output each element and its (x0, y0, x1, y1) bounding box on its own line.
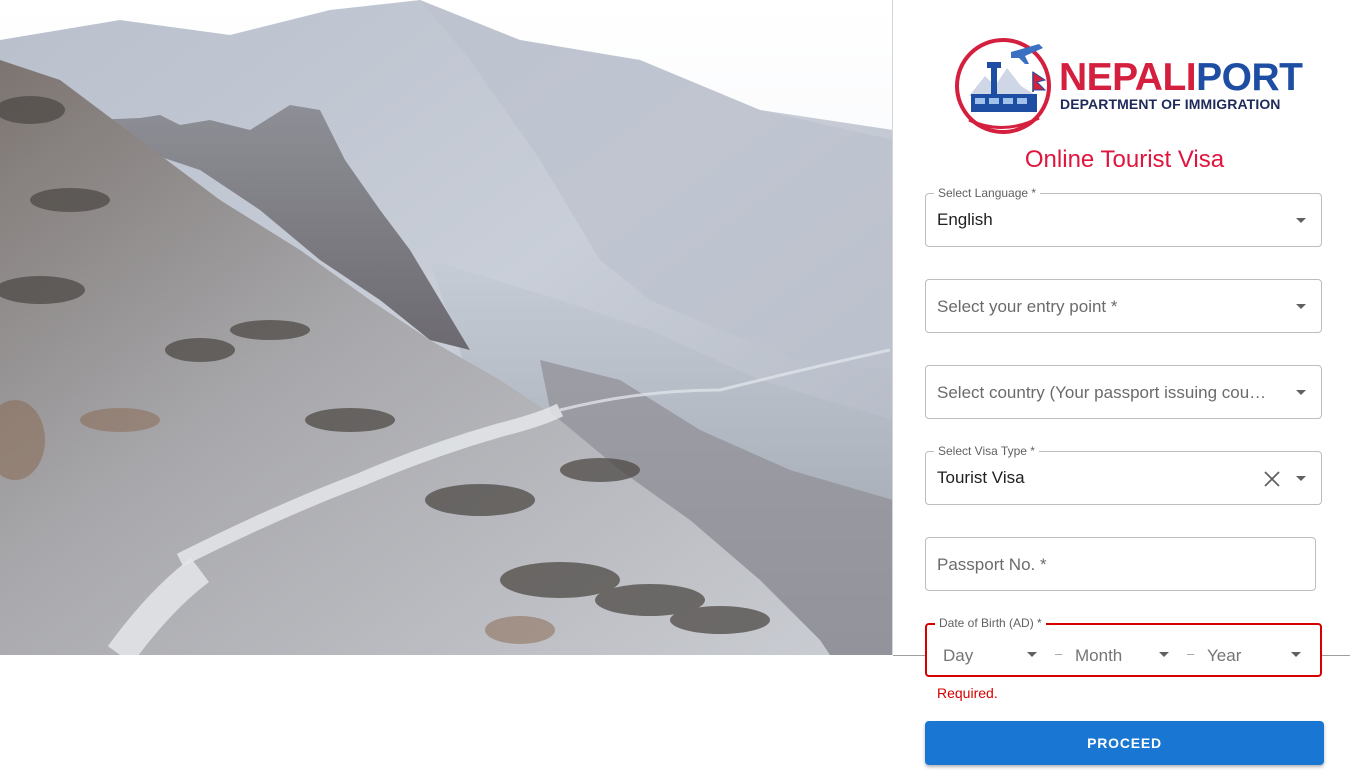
visa-form-panel: NEPALIPORT DEPARTMENT OF IMMIGRATION Onl… (893, 0, 1350, 772)
entry-point-select[interactable]: Select your entry point * (925, 279, 1322, 333)
chevron-down-icon[interactable] (1159, 652, 1169, 657)
nepaliport-logo: NEPALIPORT DEPARTMENT OF IMMIGRATION (955, 36, 1303, 136)
chevron-down-icon[interactable] (1296, 390, 1306, 395)
airport-emblem-icon (955, 38, 1051, 134)
chevron-down-icon[interactable] (1291, 652, 1301, 657)
chevron-down-icon[interactable] (1027, 652, 1037, 657)
dob-label: Date of Birth (AD) * (935, 616, 1046, 630)
visa-type-select[interactable]: Select Visa Type * Tourist Visa (925, 444, 1322, 505)
language-select[interactable]: Select Language * English (925, 186, 1322, 247)
passport-placeholder: Passport No. * (937, 555, 1047, 574)
visa-type-label: Select Visa Type * (934, 444, 1039, 458)
country-placeholder: Select country (Your passport issuing co… (937, 383, 1273, 402)
visa-type-value: Tourist Visa (937, 468, 1025, 487)
dob-month-select[interactable]: Month (1075, 646, 1122, 666)
logo-brand-part1: NEPALI (1059, 56, 1197, 99)
hero-mountain-image (0, 0, 893, 655)
logo-brand-text: NEPALIPORT (1059, 56, 1303, 100)
logo-subtitle: DEPARTMENT OF IMMIGRATION (1060, 96, 1281, 112)
entry-point-placeholder: Select your entry point * (937, 297, 1118, 316)
passport-input[interactable]: Passport No. * (925, 537, 1316, 591)
dob-separator: – (1055, 646, 1063, 661)
logo-brand-part2: PORT (1196, 56, 1303, 99)
close-icon[interactable] (1262, 469, 1282, 489)
proceed-button[interactable]: PROCEED (925, 721, 1324, 765)
dob-error-message: Required. (937, 685, 998, 701)
dob-day-select[interactable]: Day (943, 646, 973, 666)
chevron-down-icon[interactable] (1296, 304, 1306, 309)
language-value: English (937, 210, 993, 229)
dob-field[interactable]: Date of Birth (AD) * Day – Month – Year (925, 616, 1322, 677)
dob-separator: – (1187, 646, 1195, 661)
dob-year-select[interactable]: Year (1207, 646, 1241, 666)
language-label: Select Language * (934, 186, 1041, 200)
page-title: Online Tourist Visa (1024, 146, 1225, 173)
country-select[interactable]: Select country (Your passport issuing co… (925, 365, 1322, 419)
chevron-down-icon[interactable] (1296, 476, 1306, 481)
chevron-down-icon[interactable] (1296, 218, 1306, 223)
